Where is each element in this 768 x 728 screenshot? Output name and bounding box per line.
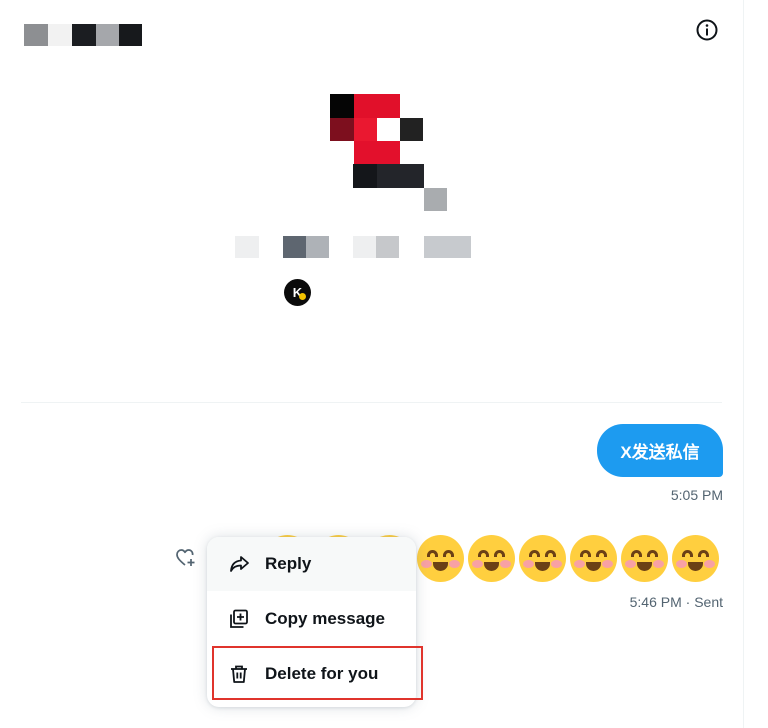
react-heart-button[interactable] [175, 547, 197, 569]
sent-message-timestamp: 5:05 PM [670, 487, 723, 503]
smiling-blush-emoji-icon [468, 535, 515, 582]
menu-item-label: Reply [265, 554, 312, 573]
badge-dot [299, 293, 306, 300]
section-divider [21, 402, 722, 403]
annotation-highlight-box [212, 646, 423, 700]
copy-icon [228, 608, 250, 630]
sent-message-text: X发送私信 [620, 443, 700, 462]
menu-item-copy-message[interactable]: Copy message [207, 592, 416, 646]
menu-item-label: Copy message [265, 609, 385, 628]
conversation-name-pixelated [24, 24, 142, 46]
menu-item-reply[interactable]: Reply [207, 537, 416, 591]
verified-affiliate-badge-icon: K [284, 279, 311, 306]
smiling-blush-emoji-icon [672, 535, 719, 582]
conversation-info-button[interactable] [694, 17, 720, 43]
heart-plus-icon [176, 549, 195, 566]
info-circle-icon [696, 19, 718, 41]
sent-message-bubble[interactable]: X发送私信 [597, 424, 723, 477]
smiling-blush-emoji-icon [519, 535, 566, 582]
profile-avatar-pixelated[interactable] [330, 94, 448, 212]
profile-name-pixelated [235, 236, 471, 258]
reply-arrow-icon [228, 553, 250, 575]
received-message-meta: 5:46 PM · Sent [629, 594, 723, 610]
smiling-blush-emoji-icon [621, 535, 668, 582]
smiling-blush-emoji-icon [417, 535, 464, 582]
content-right-border [743, 0, 744, 728]
smiling-blush-emoji-icon [570, 535, 617, 582]
